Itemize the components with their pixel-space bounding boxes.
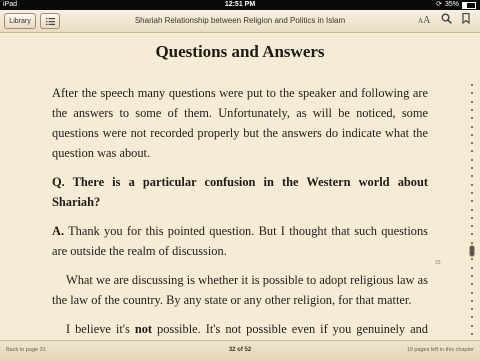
scrubber-dot <box>471 192 473 194</box>
scrubber-dot <box>471 217 473 219</box>
scrubber-dot <box>471 308 473 310</box>
pages-left-label: 19 pages left in this chapter <box>406 347 474 353</box>
battery-icon <box>462 1 476 9</box>
search-button[interactable] <box>441 13 452 30</box>
bold-run: not <box>134 322 153 336</box>
clock: 12:51 PM <box>224 1 256 8</box>
question: Q. There is a particular confusion in th… <box>52 175 428 209</box>
status-right: ⟳ 35% <box>436 0 476 10</box>
scrubber-dot <box>471 258 473 260</box>
font-size-button[interactable]: AA <box>418 13 430 29</box>
scrubber-dot <box>471 84 473 86</box>
answer-lead: A. <box>52 224 65 238</box>
scrubber-dot <box>471 225 473 227</box>
scrubber-dot <box>471 142 473 144</box>
scrubber-dot <box>471 167 473 169</box>
search-icon <box>441 13 452 24</box>
scrubber-dot <box>471 150 473 152</box>
scrubber-dot <box>471 209 473 211</box>
font-large-label: A <box>423 15 431 26</box>
status-bar: iPad 12:51 PM ⟳ 35% <box>0 0 480 10</box>
scrubber-dot <box>471 200 473 202</box>
scrubber-dot <box>471 316 473 318</box>
book-title: Shariah Relationship between Religion an… <box>134 16 346 25</box>
page-content: After the speech many questions were put… <box>52 83 428 359</box>
scrubber-dot <box>471 184 473 186</box>
page-scrubber[interactable] <box>469 84 475 360</box>
scrubber-dot <box>471 175 473 177</box>
scrubber-dot <box>471 300 473 302</box>
scrubber-dot <box>471 126 473 128</box>
bookmark-button[interactable] <box>462 12 470 30</box>
scrubber-dot <box>471 333 473 335</box>
scrubber-dot <box>471 275 473 277</box>
rotation-lock-icon: ⟳ <box>436 1 442 8</box>
scrubber-dot <box>471 292 473 294</box>
bookmark-icon <box>462 12 470 25</box>
chapter-title: Questions and Answers <box>155 42 325 61</box>
text-run: I believe it's <box>66 322 135 336</box>
scrubber-dot <box>471 242 473 244</box>
scrubber-thumb[interactable] <box>469 245 475 257</box>
scrubber-dot <box>471 233 473 235</box>
answer-paragraph: A. Thank you for this pointed question. … <box>52 221 428 261</box>
scrubber-dot <box>471 92 473 94</box>
scrubber-dot <box>471 159 473 161</box>
scrubber-dot <box>471 325 473 327</box>
book-page: Questions and Answers After the speech m… <box>0 32 480 360</box>
paragraph: After the speech many questions were put… <box>52 86 428 160</box>
scrubber-dot <box>471 267 473 269</box>
scrubber-dot <box>471 117 473 119</box>
paragraph: What we are discussing is whether it is … <box>52 273 428 307</box>
scrubber-dot <box>471 283 473 285</box>
answer-text: Thank you for this pointed question. But… <box>52 224 428 258</box>
scrubber-dot <box>471 101 473 103</box>
footer-bar: Back to page 31 32 of 52 19 pages left i… <box>0 340 480 361</box>
scrubber-dot <box>471 134 473 136</box>
scrubber-dot <box>471 109 473 111</box>
battery-percent: 35% <box>444 1 459 8</box>
page-number-marker: 33 <box>435 260 441 266</box>
reader-toolbar: Library Shariah Relationship between Rel… <box>0 10 480 33</box>
